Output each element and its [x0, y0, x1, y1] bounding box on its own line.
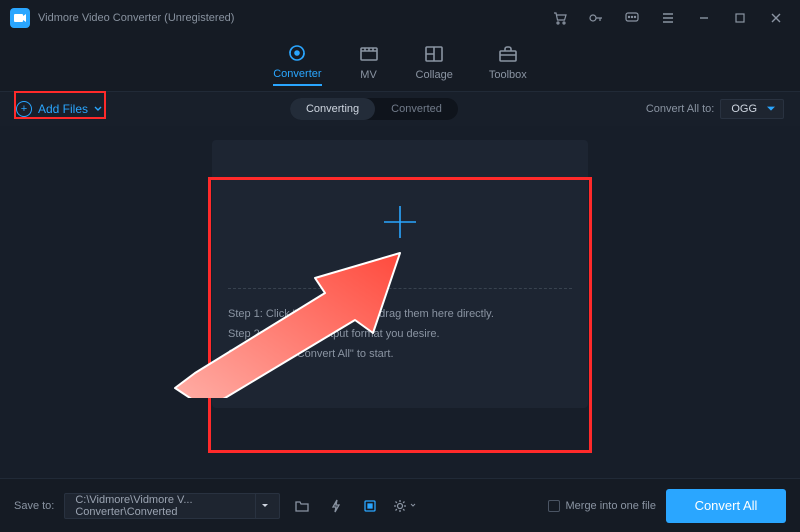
merge-checkbox[interactable]: Merge into one file — [548, 500, 657, 512]
convert-all-to-label: Convert All to: — [646, 103, 714, 115]
main-stage: Step 1: Click "+" to add files or drag t… — [0, 126, 800, 478]
key-icon[interactable] — [582, 4, 610, 32]
chevron-down-icon — [94, 105, 102, 113]
tab-label: Toolbox — [489, 69, 527, 81]
add-files-button[interactable]: + Add Files — [16, 101, 102, 117]
tab-toolbox[interactable]: Toolbox — [489, 43, 527, 85]
step-3: Step 3: Click "Convert All" to start. — [228, 344, 572, 364]
divider — [228, 288, 572, 289]
open-folder-icon[interactable] — [290, 494, 314, 518]
tab-label: Converter — [273, 68, 321, 80]
save-path-field[interactable]: C:\Vidmore\Vidmore V... Converter\Conver… — [64, 493, 280, 519]
main-navbar: Converter MV Collage Toolbox — [0, 36, 800, 92]
add-files-label: Add Files — [38, 102, 88, 116]
convert-all-label: Convert All — [695, 498, 758, 513]
hardware-accel-icon[interactable] — [358, 494, 382, 518]
app-title: Vidmore Video Converter (Unregistered) — [38, 12, 234, 24]
message-icon[interactable] — [618, 4, 646, 32]
segment-converting[interactable]: Converting — [290, 98, 375, 120]
collage-icon — [423, 43, 445, 65]
tab-label: Collage — [416, 69, 453, 81]
minimize-button[interactable] — [690, 4, 718, 32]
instruction-steps: Step 1: Click "+" to add files or drag t… — [228, 304, 572, 364]
format-value: OGG — [731, 103, 757, 115]
menu-icon[interactable] — [654, 4, 682, 32]
settings-gear-icon[interactable] — [392, 494, 416, 518]
save-path-value: C:\Vidmore\Vidmore V... Converter\Conver… — [75, 494, 255, 518]
tab-converter[interactable]: Converter — [273, 42, 321, 86]
step-1: Step 1: Click "+" to add files or drag t… — [228, 304, 572, 324]
checkbox-icon — [548, 500, 560, 512]
tab-collage[interactable]: Collage — [416, 43, 453, 85]
lightning-off-icon[interactable] — [324, 494, 348, 518]
status-segment: Converting Converted — [290, 98, 458, 120]
convert-all-to: Convert All to: OGG — [646, 99, 784, 119]
save-to-label: Save to: — [14, 500, 54, 512]
tab-label: MV — [360, 69, 377, 81]
format-select[interactable]: OGG — [720, 99, 784, 119]
title-bar: Vidmore Video Converter (Unregistered) — [0, 0, 800, 36]
merge-label: Merge into one file — [566, 500, 657, 512]
toolbox-icon — [497, 43, 519, 65]
add-plus-icon[interactable] — [380, 202, 420, 242]
converter-icon — [286, 42, 308, 64]
dropzone[interactable]: Step 1: Click "+" to add files or drag t… — [212, 140, 588, 408]
step-2: Step 2: Select the output format you des… — [228, 324, 572, 344]
footer-bar: Save to: C:\Vidmore\Vidmore V... Convert… — [0, 478, 800, 532]
sub-bar: + Add Files Converting Converted Convert… — [0, 92, 800, 126]
plus-circle-icon: + — [16, 101, 32, 117]
mv-icon — [358, 43, 380, 65]
tab-mv[interactable]: MV — [358, 43, 380, 85]
segment-converted[interactable]: Converted — [375, 98, 458, 120]
app-logo-icon — [10, 8, 30, 28]
convert-all-button[interactable]: Convert All — [666, 489, 786, 523]
path-dropdown-icon[interactable] — [255, 494, 273, 518]
maximize-button[interactable] — [726, 4, 754, 32]
close-button[interactable] — [762, 4, 790, 32]
cart-icon[interactable] — [546, 4, 574, 32]
